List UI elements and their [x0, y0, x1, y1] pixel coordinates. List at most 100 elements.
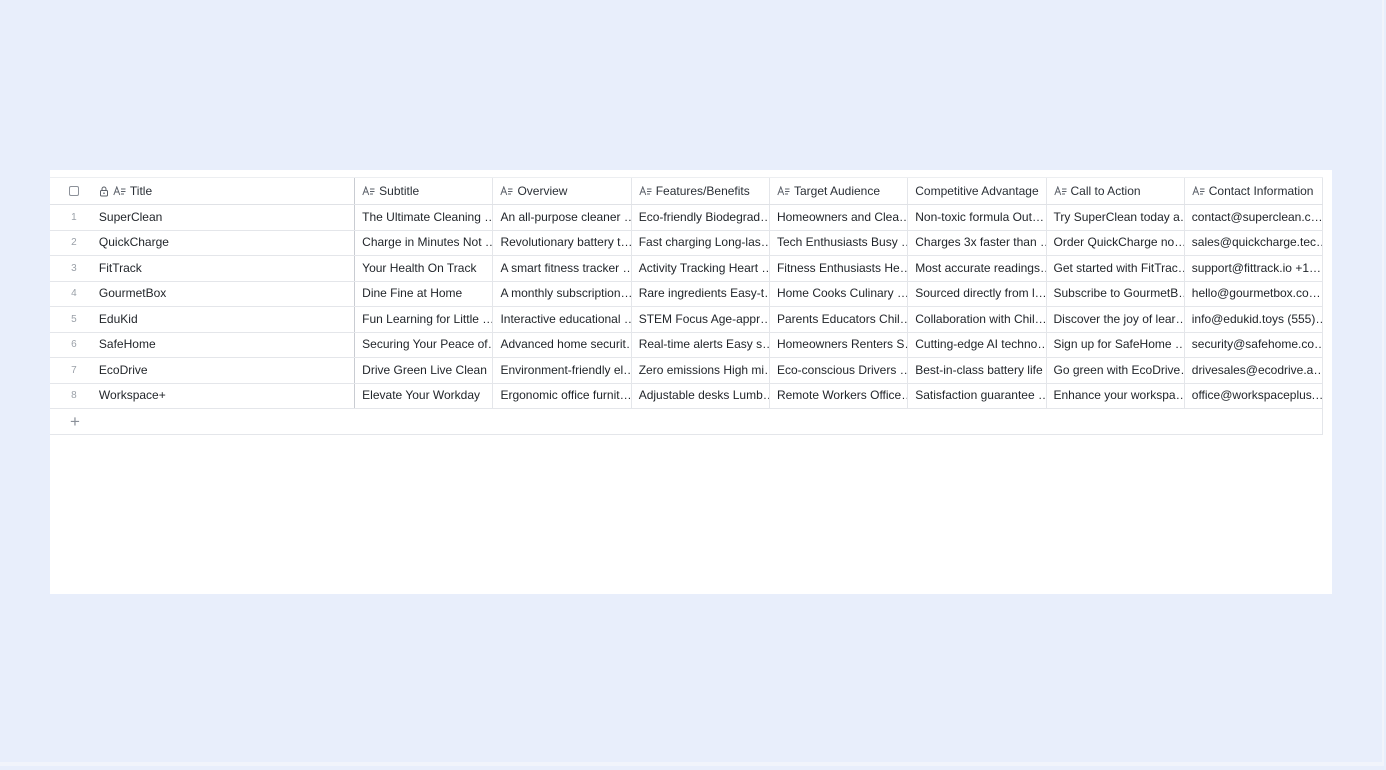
column-header-title[interactable]: Title — [98, 178, 356, 204]
cell-advantage[interactable]: Satisfaction guarantee … — [908, 383, 1047, 408]
cell-cta[interactable]: Enhance your workspa… — [1047, 383, 1185, 408]
cell-features[interactable]: Activity Tracking Heart … — [632, 256, 770, 281]
cell-cta[interactable]: Go green with EcoDrive… — [1047, 358, 1185, 383]
cell-subtitle[interactable]: Drive Green Live Clean — [355, 358, 494, 383]
table-row[interactable]: 5 EduKid Fun Learning for Little … Interact… — [50, 307, 1324, 333]
cell-text: Most accurate readings… — [915, 260, 1047, 275]
cell-cta[interactable]: Subscribe to GourmetB… — [1047, 281, 1185, 306]
table-row[interactable]: 4 GourmetBox Dine Fine at Home A monthly su… — [50, 281, 1324, 307]
table-row[interactable]: 1 SuperClean The Ultimate Cleaning … An all… — [50, 205, 1324, 231]
column-header-subtitle[interactable]: Subtitle — [355, 178, 494, 204]
cell-features[interactable]: Eco-friendly Biodegrad… — [632, 205, 770, 230]
cell-audience[interactable]: Fitness Enthusiasts He… — [770, 256, 909, 281]
cell-audience[interactable]: Remote Workers Office… — [770, 383, 909, 408]
cell-subtitle[interactable]: Dine Fine at Home — [355, 281, 494, 306]
cell-advantage[interactable]: Charges 3x faster than … — [908, 230, 1047, 255]
cell-overview[interactable]: An all-purpose cleaner … — [493, 205, 632, 230]
cell-features[interactable]: Adjustable desks Lumb… — [632, 383, 770, 408]
cell-cta[interactable]: Discover the joy of lear… — [1047, 307, 1185, 332]
cell-title[interactable]: EduKid — [98, 307, 356, 332]
cell-advantage[interactable]: Most accurate readings… — [908, 256, 1047, 281]
column-header-advantage[interactable]: Competitive Advantage — [908, 178, 1047, 204]
cell-contact[interactable]: hello@gourmetbox.co… — [1185, 281, 1324, 306]
cell-overview[interactable]: Ergonomic office furnit… — [493, 383, 632, 408]
cell-subtitle[interactable]: Your Health On Track — [355, 256, 494, 281]
cell-features[interactable]: Real-time alerts Easy s… — [632, 332, 770, 357]
cell-advantage[interactable]: Best-in-class battery life — [908, 358, 1047, 383]
column-header-audience[interactable]: Target Audience — [770, 178, 909, 204]
cell-contact[interactable]: security@safehome.co… — [1185, 332, 1324, 357]
cell-cta[interactable]: Get started with FitTrac… — [1047, 256, 1185, 281]
cell-contact[interactable]: info@edukid.toys (555)… — [1185, 307, 1324, 332]
cell-text: A smart fitness tracker … — [500, 260, 632, 275]
cell-audience[interactable]: Parents Educators Chil… — [770, 307, 909, 332]
cell-contact[interactable]: drivesales@ecodrive.a… — [1185, 358, 1324, 383]
text-field-icon — [1053, 186, 1067, 196]
cell-contact[interactable]: support@fittrack.io +1… — [1185, 256, 1324, 281]
cell-title[interactable]: SafeHome — [98, 332, 356, 357]
cell-overview[interactable]: Revolutionary battery t… — [493, 230, 632, 255]
cell-text: A monthly subscription… — [500, 286, 632, 301]
table-row[interactable]: 3 FitTrack Your Health On Track A smart fit… — [50, 256, 1324, 282]
cell-advantage[interactable]: Collaboration with Chil… — [908, 307, 1047, 332]
select-all-checkbox[interactable] — [68, 186, 79, 196]
cell-text: support@fittrack.io +1… — [1191, 260, 1321, 275]
cell-text: Eco-conscious Drivers … — [776, 362, 909, 377]
add-row-button[interactable]: + — [50, 413, 100, 430]
column-header-cta[interactable]: Call to Action — [1047, 178, 1185, 204]
cell-features[interactable]: Zero emissions High mi… — [632, 358, 770, 383]
table-row[interactable]: 8 Workspace+ Elevate Your Workday Ergonomic… — [50, 383, 1324, 409]
cell-audience[interactable]: Eco-conscious Drivers … — [770, 358, 909, 383]
cell-overview[interactable]: Advanced home securit… — [493, 332, 632, 357]
cell-contact[interactable]: contact@superclean.c… — [1185, 205, 1324, 230]
cell-contact[interactable]: sales@quickcharge.tec… — [1185, 230, 1324, 255]
add-row-filler — [100, 409, 1323, 434]
cell-subtitle[interactable]: Elevate Your Workday — [355, 383, 494, 408]
table-row[interactable]: 2 QuickCharge Charge in Minutes Not … Revol… — [50, 230, 1324, 256]
cell-audience[interactable]: Home Cooks Culinary … — [770, 281, 909, 306]
cell-cta[interactable]: Order QuickCharge no… — [1047, 230, 1185, 255]
cell-advantage[interactable]: Non-toxic formula Out… — [908, 205, 1047, 230]
table-body: 1 SuperClean The Ultimate Cleaning … An all… — [50, 205, 1324, 409]
column-header-features[interactable]: Features/Benefits — [632, 178, 770, 204]
column-header-contact[interactable]: Contact Information — [1185, 178, 1324, 204]
cell-text: Remote Workers Office… — [776, 388, 909, 403]
cell-features[interactable]: STEM Focus Age-appr… — [632, 307, 770, 332]
cell-cta[interactable]: Try SuperClean today a… — [1047, 205, 1185, 230]
cell-text: Drive Green Live Clean — [362, 362, 487, 377]
cell-text: SuperClean — [98, 209, 163, 224]
cell-overview[interactable]: Environment-friendly el… — [493, 358, 632, 383]
column-header-label: Contact Information — [1208, 184, 1314, 198]
cell-title[interactable]: SuperClean — [98, 205, 356, 230]
cell-subtitle[interactable]: The Ultimate Cleaning … — [355, 205, 494, 230]
text-field-icon — [777, 186, 790, 196]
cell-subtitle[interactable]: Charge in Minutes Not … — [355, 230, 494, 255]
cell-features[interactable]: Fast charging Long-las… — [632, 230, 770, 255]
cell-text: Fitness Enthusiasts He… — [776, 260, 909, 275]
cell-audience[interactable]: Homeowners Renters S… — [770, 332, 909, 357]
cell-audience[interactable]: Tech Enthusiasts Busy … — [770, 230, 909, 255]
cell-title[interactable]: EcoDrive — [98, 358, 356, 383]
cell-overview[interactable]: Interactive educational … — [493, 307, 632, 332]
row-number: 8 — [71, 390, 77, 402]
table-row[interactable]: 7 EcoDrive Drive Green Live Clean Environme… — [50, 358, 1324, 384]
cell-audience[interactable]: Homeowners and Clea… — [770, 205, 909, 230]
cell-title[interactable]: Workspace+ — [98, 383, 356, 408]
cell-overview[interactable]: A smart fitness tracker … — [493, 256, 632, 281]
cell-contact[interactable]: office@workspaceplus.… — [1185, 383, 1324, 408]
cell-text: Homeowners and Clea… — [776, 209, 909, 224]
cell-advantage[interactable]: Sourced directly from l… — [908, 281, 1047, 306]
cell-cta[interactable]: Sign up for SafeHome … — [1047, 332, 1185, 357]
column-header-overview[interactable]: Overview — [493, 178, 632, 204]
column-header-label: Features/Benefits — [655, 184, 750, 198]
table-row[interactable]: 6 SafeHome Securing Your Peace of… Advanced… — [50, 332, 1324, 358]
cell-title[interactable]: FitTrack — [98, 256, 356, 281]
cell-subtitle[interactable]: Securing Your Peace of… — [355, 332, 494, 357]
cell-advantage[interactable]: Cutting-edge AI techno… — [908, 332, 1047, 357]
cell-features[interactable]: Rare ingredients Easy-t… — [632, 281, 770, 306]
cell-overview[interactable]: A monthly subscription… — [493, 281, 632, 306]
cell-title[interactable]: QuickCharge — [98, 230, 356, 255]
cell-subtitle[interactable]: Fun Learning for Little … — [355, 307, 494, 332]
cell-title[interactable]: GourmetBox — [98, 281, 356, 306]
column-header-label: Subtitle — [379, 184, 420, 198]
